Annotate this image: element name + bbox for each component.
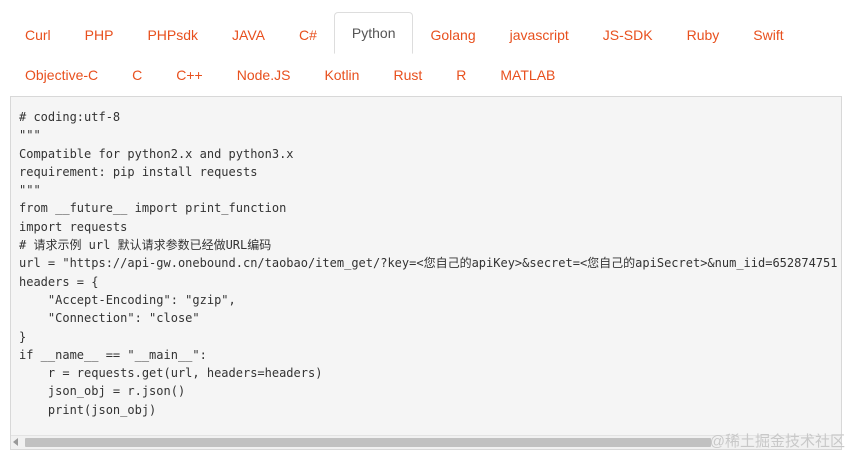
code-line: from __future__ import print_function — [19, 201, 287, 216]
code-line: json_obj = r.json() — [19, 384, 186, 399]
tab-r[interactable]: R — [439, 54, 483, 94]
code-line: url = "https://api-gw.onebound.cn/taobao… — [19, 256, 838, 271]
code-block: # coding:utf-8 """ Compatible for python2.… — [11, 97, 841, 419]
tab-rust[interactable]: Rust — [376, 54, 439, 94]
tab-c[interactable]: C++ — [159, 54, 219, 94]
tab-kotlin[interactable]: Kotlin — [307, 54, 376, 94]
watermark: @稀土掘金技术社区 — [709, 433, 845, 450]
code-line: # coding:utf-8 — [19, 110, 121, 124]
code-line: r = requests.get(url, headers=headers) — [19, 366, 323, 381]
code-line: """ — [19, 128, 41, 143]
tab-java[interactable]: JAVA — [215, 14, 282, 54]
tab-node-js[interactable]: Node.JS — [220, 54, 308, 94]
code-line: """ — [19, 183, 41, 198]
language-tabs: Curl PHP PHPsdk JAVA C# Python Golang javascrip… — [8, 12, 851, 94]
tab-python[interactable]: Python — [333, 12, 414, 54]
tab-js-sdk[interactable]: JS-SDK — [586, 14, 670, 54]
code-line: Compatible for python2.x and python3.x — [19, 146, 294, 161]
tab-javascript[interactable]: javascript — [493, 14, 586, 54]
code-panel: # coding:utf-8 """ Compatible for python2.… — [10, 96, 842, 450]
code-line: requirement: pip install requests — [19, 164, 258, 179]
code-line: if __name__ == "__main__": — [19, 347, 207, 362]
tab-golang[interactable]: Golang — [413, 14, 492, 54]
tab-matlab[interactable]: MATLAB — [483, 54, 572, 94]
code-line: } — [19, 329, 27, 344]
tab-objective-c[interactable]: Objective-C — [8, 54, 115, 94]
code-line: print(json_obj) — [19, 402, 157, 417]
code-line: "Connection": "close" — [19, 311, 200, 326]
tab-c[interactable]: C# — [282, 14, 334, 54]
tab-row-1: Curl PHP PHPsdk JAVA C# Python Golang javascrip… — [8, 12, 851, 54]
code-line: headers = { — [19, 274, 99, 289]
tab-ruby[interactable]: Ruby — [670, 14, 737, 54]
scroll-left-arrow-icon[interactable] — [13, 438, 18, 446]
tab-php[interactable]: PHP — [68, 14, 131, 54]
code-line: import requests — [19, 219, 128, 234]
tab-row-2: Objective-C C C++ Node.JS Kotlin Rust R MATLAB — [8, 54, 851, 94]
tab-c[interactable]: C — [115, 54, 159, 94]
code-line: # 请求示例 url 默认请求参数已经做URL编码 — [19, 238, 272, 253]
tab-phpsdk[interactable]: PHPsdk — [130, 14, 215, 54]
tab-swift[interactable]: Swift — [736, 14, 800, 54]
tab-curl[interactable]: Curl — [8, 14, 68, 54]
code-line: "Accept-Encoding": "gzip", — [19, 292, 236, 307]
scrollbar-thumb[interactable] — [25, 438, 711, 447]
